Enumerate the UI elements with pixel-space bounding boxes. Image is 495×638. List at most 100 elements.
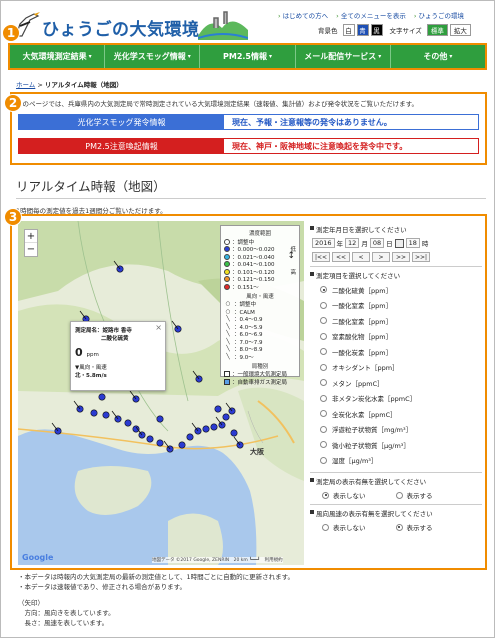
year-select[interactable]: 2016 — [312, 238, 335, 248]
breadcrumb-home[interactable]: ホーム — [16, 81, 35, 89]
main-nav-highlight: 大気環境測定結果 光化学スモッグ情報 PM2.5情報 メール配信サービス その他 — [8, 43, 487, 70]
hour-select[interactable]: 18 — [405, 238, 420, 248]
item-option[interactable]: 微小粒子状物質［μg/m³］ — [310, 437, 482, 453]
logo-text: ひょうごの大気環境 — [42, 20, 200, 40]
item-option[interactable]: 窒素酸化物［ppm］ — [310, 329, 482, 345]
bg-white-button[interactable]: 白 — [342, 24, 355, 36]
station-hide-option[interactable]: 表示しない — [322, 490, 366, 500]
wind-display-options: 表示しない 表示する — [310, 522, 482, 532]
radio-icon[interactable] — [322, 491, 329, 499]
first-button[interactable]: |<< — [312, 252, 330, 262]
item-option[interactable]: 全炭化水素［ppmC］ — [310, 406, 482, 422]
radio-icon[interactable] — [320, 301, 327, 309]
popup-close-icon[interactable]: × — [155, 323, 162, 332]
popup-value-number: 0 — [75, 346, 83, 359]
item-option[interactable]: 湿度［μg/m³］ — [310, 453, 482, 469]
item-option-label: オキシダント［ppm］ — [332, 364, 399, 373]
radio-icon[interactable] — [320, 348, 327, 356]
wind-hide-option[interactable]: 表示しない — [322, 522, 366, 532]
radio-icon[interactable] — [320, 410, 327, 418]
item-option[interactable]: オキシダント［ppm］ — [310, 360, 482, 376]
item-option[interactable]: 一酸化炭素［ppm］ — [310, 344, 482, 360]
bullet-icon — [310, 226, 314, 230]
radio-icon[interactable] — [320, 363, 327, 371]
calendar-icon[interactable] — [394, 238, 404, 248]
wind-symbol-icon: ╲ — [226, 323, 230, 330]
item-option[interactable]: 二酸化硫黄［ppm］ — [310, 282, 482, 298]
radio-icon[interactable] — [320, 332, 327, 340]
wind-display-title-text: 風向風速の表示有無を選択してください — [316, 510, 433, 518]
item-option[interactable]: 非メタン炭化水素［ppmC］ — [310, 391, 482, 407]
radio-icon[interactable] — [320, 394, 327, 402]
wind-symbol-icon: ╲ — [226, 331, 230, 338]
wind-symbol-icon: ╲ — [226, 338, 230, 345]
nav-other[interactable]: その他 — [391, 45, 485, 68]
wind-hide-label: 表示しない — [333, 524, 366, 532]
font-large-button[interactable]: 拡大 — [449, 24, 471, 36]
station-map[interactable]: 大阪 + − × 測定局名：姫路市 香寺 二酸化硫黄 0 ppm ▼風向・風速 … — [18, 221, 304, 565]
nav-photochemical-smog[interactable]: 光化学スモッグ情報 — [105, 45, 201, 68]
item-option-label: 窒素酸化物［ppm］ — [332, 333, 393, 342]
last-button[interactable]: >>| — [412, 252, 430, 262]
item-option-label: 二酸化窒素［ppm］ — [332, 317, 393, 326]
link-all-menu[interactable]: 全てのメニューを表示 — [336, 10, 406, 20]
month-select[interactable]: 12 — [345, 238, 360, 248]
font-size-label: 文字サイズ — [389, 27, 422, 35]
wind-symbol-icon: ○ — [225, 301, 231, 308]
pm25-alert-label[interactable]: PM2.5注意喚起情報 — [19, 139, 224, 153]
station-type-icon — [224, 378, 230, 385]
item-option[interactable]: 一酸化窒素［ppm］ — [310, 298, 482, 314]
breadcrumb: ホーム > リアルタイム時報（地図） — [16, 79, 123, 89]
station-show-option[interactable]: 表示する — [395, 490, 433, 500]
radio-icon[interactable] — [320, 441, 327, 449]
item-option[interactable]: メタン［ppmC］ — [310, 375, 482, 391]
item-section: 測定項目を選択してください 二酸化硫黄［ppm］ 一酸化窒素［ppm］ 二酸化窒… — [310, 266, 482, 468]
nav-measurement-results[interactable]: 大気環境測定結果 — [10, 45, 106, 68]
radio-icon[interactable] — [320, 456, 327, 464]
radio-icon[interactable] — [320, 317, 327, 325]
next-hour-button[interactable]: > — [372, 252, 390, 262]
year-unit: 年 — [336, 240, 344, 248]
link-beginners[interactable]: はじめての方へ — [278, 10, 329, 20]
legend-type-title: 局種別 — [251, 363, 269, 370]
item-section-title: 測定項目を選択してください — [310, 270, 482, 280]
bg-color-label: 背景色 — [318, 27, 338, 35]
zoom-out-button[interactable]: − — [25, 243, 37, 256]
bullet-icon — [310, 478, 314, 482]
prev-day-button[interactable]: << — [332, 252, 350, 262]
date-section-title: 測定年月日を選択してください — [310, 224, 482, 234]
wind-show-label: 表示する — [406, 524, 433, 532]
radio-icon[interactable] — [395, 491, 403, 499]
breadcrumb-separator: > — [37, 81, 43, 89]
radio-icon[interactable] — [395, 523, 403, 531]
bullet-icon — [310, 272, 314, 276]
site-logo[interactable]: ひょうごの大気環境 — [8, 6, 248, 40]
day-select[interactable]: 08 — [369, 238, 385, 248]
prev-hour-button[interactable]: < — [352, 252, 370, 262]
next-day-button[interactable]: >> — [392, 252, 410, 262]
zoom-in-button[interactable]: + — [25, 230, 37, 243]
smog-alert: 光化学スモッグ発令情報 現在、予報・注意報等の発令はありません。 — [18, 114, 479, 130]
bg-black-button[interactable]: 黒 — [370, 24, 383, 36]
nav-mail-service[interactable]: メール配信サービス — [296, 45, 391, 68]
legend-arrow-icon: ↕ — [287, 251, 295, 261]
bg-blue-button[interactable]: 青 — [356, 24, 369, 36]
callout-badge-3: 3 — [4, 208, 22, 226]
landscape-illustration — [198, 11, 248, 40]
item-option[interactable]: 二酸化窒素［ppm］ — [310, 313, 482, 329]
link-hyogo-env[interactable]: ひょうごの環境 — [414, 10, 465, 20]
font-standard-button[interactable]: 標準 — [426, 24, 448, 36]
smog-alert-label[interactable]: 光化学スモッグ発令情報 — [19, 115, 224, 129]
conc-dot-icon — [224, 276, 230, 283]
conc-dot-icon — [224, 246, 230, 253]
radio-icon[interactable] — [320, 425, 327, 433]
item-option[interactable]: 浮遊粒子状物質［mg/m³］ — [310, 422, 482, 438]
radio-icon[interactable] — [320, 286, 327, 294]
wind-show-option[interactable]: 表示する — [395, 522, 433, 532]
radio-icon[interactable] — [320, 379, 327, 387]
radio-icon[interactable] — [322, 523, 329, 531]
item-option-label: 二酸化硫黄［ppm］ — [332, 286, 393, 295]
nav-pm25[interactable]: PM2.5情報 — [200, 45, 296, 68]
control-panel: 測定年月日を選択してください 2016 年 12 月 08 日 18 時 |<<… — [310, 224, 482, 532]
legend-wind-row: ╲ ：9.0～ — [224, 353, 296, 361]
